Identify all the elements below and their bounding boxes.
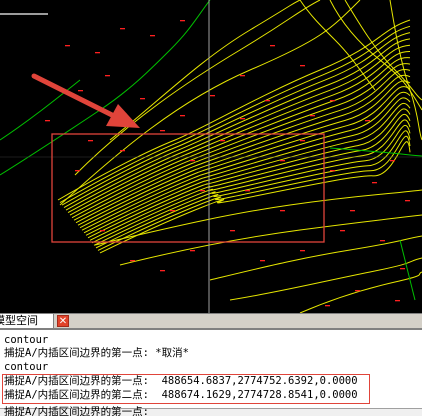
elevation-mark: [280, 160, 285, 162]
contour-line: [344, 0, 422, 101]
elevation-mark: [130, 260, 135, 262]
ridge-line: [329, 147, 422, 157]
elevation-mark: [300, 250, 305, 252]
elevation-mark: [120, 28, 125, 30]
command-input[interactable]: 捕捉A/内插区间边界的第一点:: [0, 406, 422, 416]
elevation-mark: [260, 260, 265, 262]
command-history-line: contour: [4, 361, 49, 373]
elevation-mark: [400, 268, 405, 270]
tab-model-space[interactable]: 模型空间: [0, 314, 54, 328]
elevation-mark: [240, 75, 245, 77]
elevation-mark: [300, 65, 305, 67]
elevation-mark: [190, 250, 195, 252]
elevation-mark: [220, 140, 225, 142]
tab-model-label: 模型空间: [0, 314, 38, 327]
contour-line: [89, 113, 411, 241]
ridge-line: [0, 0, 211, 176]
elevation-mark: [210, 95, 215, 97]
elevation-mark: [88, 140, 93, 142]
contour-line: [229, 257, 422, 301]
elevation-mark: [372, 182, 377, 184]
elevation-mark: [350, 210, 355, 212]
elevation-mark: [240, 118, 245, 120]
command-history-line: 捕捉A/内插区间边界的第一点: 488654.6837,2774752.6392…: [4, 375, 358, 387]
elevation-mark: [200, 190, 205, 192]
elevation-mark: [325, 305, 330, 307]
elevation-mark: [140, 98, 145, 100]
elevation-mark: [105, 75, 110, 77]
elevation-mark: [300, 140, 305, 142]
elevation-mark: [78, 90, 83, 92]
elevation-mark: [180, 115, 185, 117]
command-prompt: 捕捉A/内插区间边界的第一点:: [4, 406, 149, 416]
command-line-panel[interactable]: contour 捕捉A/内插区间边界的第一点: *取消* contour 捕捉A…: [0, 328, 422, 416]
tab-scroll-track[interactable]: [72, 316, 422, 326]
elevation-mark: [160, 130, 165, 132]
layout-tab-bar: 模型空间 ✕: [0, 313, 422, 328]
contour-line: [74, 0, 321, 176]
elevation-mark: [170, 210, 175, 212]
elevation-mark: [270, 45, 275, 47]
elevation-mark: [355, 290, 360, 292]
elevation-mark: [310, 115, 315, 117]
elevation-mark: [160, 270, 165, 272]
elevation-mark: [395, 300, 400, 302]
elevation-mark: [180, 20, 185, 22]
elevation-mark: [100, 230, 105, 232]
elevation-mark: [280, 210, 285, 212]
elevation-mark: [245, 190, 250, 192]
command-history-line: 捕捉A/内插区间边界的第二点: 488674.1629,2774728.8541…: [4, 389, 358, 401]
elevation-mark: [265, 100, 270, 102]
elevation-mark: [75, 170, 80, 172]
contour-line: [299, 271, 422, 313]
close-icon[interactable]: ✕: [57, 315, 69, 327]
elevation-mark: [190, 160, 195, 162]
elevation-mark: [65, 45, 70, 47]
cad-window: 模型空间 ✕ contour 捕捉A/内插区间边界的第一点: *取消* cont…: [0, 0, 422, 416]
elevation-mark: [330, 100, 335, 102]
elevation-mark: [330, 170, 335, 172]
elevation-mark: [120, 150, 125, 152]
elevation-mark: [365, 120, 370, 122]
elevation-mark: [150, 35, 155, 37]
elevation-mark: [380, 240, 385, 242]
command-history-line: 捕捉A/内插区间边界的第一点: *取消*: [4, 347, 189, 359]
contour-line: [93, 124, 411, 246]
drawing-canvas[interactable]: [0, 0, 422, 313]
elevation-mark: [45, 120, 50, 122]
ridge-line: [399, 239, 416, 301]
elevation-mark: [230, 230, 235, 232]
elevation-mark: [340, 230, 345, 232]
elevation-mark: [390, 160, 395, 162]
elevation-mark: [95, 52, 100, 54]
contour-drawing: [0, 0, 422, 313]
command-history-line: contour: [4, 334, 49, 346]
elevation-mark: [405, 200, 410, 202]
